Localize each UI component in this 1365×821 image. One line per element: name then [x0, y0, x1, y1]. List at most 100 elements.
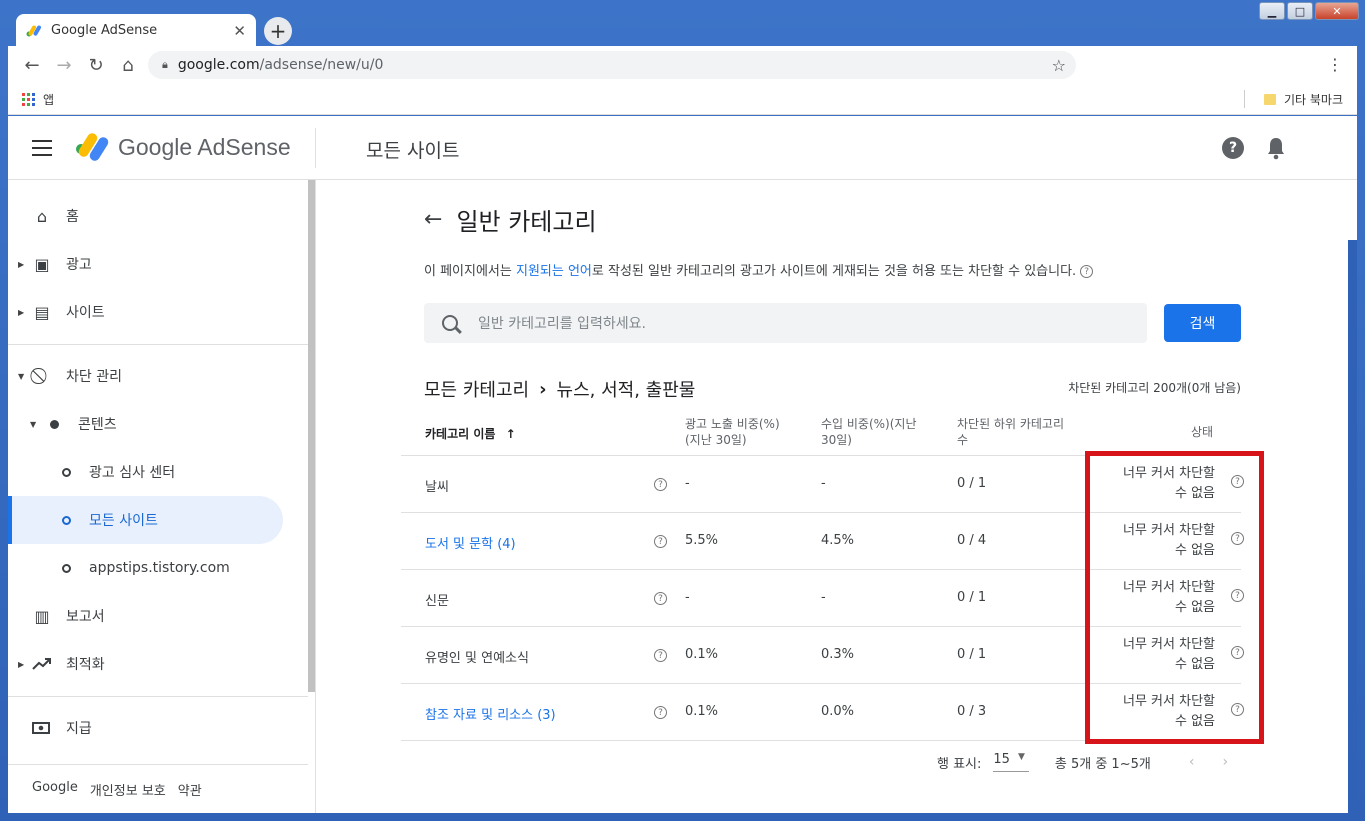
trend-icon	[32, 654, 52, 674]
category-search-input[interactable]: 일반 카테고리를 입력하세요.	[424, 303, 1147, 343]
apps-grid-icon	[22, 93, 35, 106]
back-arrow-icon[interactable]: ←	[424, 207, 442, 232]
impression-share: -	[685, 590, 690, 605]
sidebar-item-ads[interactable]: ▶ ▣ 광고	[8, 240, 308, 288]
breadcrumb-root[interactable]: 모든 카테고리	[424, 376, 529, 402]
prev-page-icon[interactable]: ‹	[1189, 754, 1195, 770]
impression-share: -	[685, 476, 690, 491]
ads-icon: ▣	[34, 254, 50, 274]
footer-privacy-link[interactable]: 개인정보 보호	[90, 780, 166, 799]
col-label: (지난 30일)	[685, 433, 747, 447]
sidebar-item-optimization[interactable]: ▶ 최적화	[8, 640, 308, 688]
main-scrollbar[interactable]	[1348, 240, 1357, 813]
sidebar-item-sites[interactable]: ▶ ▤ 사이트	[8, 288, 308, 336]
rows-per-page-label: 행 표시:	[937, 756, 982, 772]
bookmark-other-label: 기타 북마크	[1283, 93, 1343, 107]
help-circle-icon[interactable]: ?	[654, 478, 667, 491]
minimize-button[interactable]: ▁	[1259, 2, 1285, 20]
circle-icon	[56, 510, 76, 530]
notifications-bell-icon[interactable]	[1266, 136, 1286, 160]
help-icon[interactable]: ?	[1222, 137, 1244, 159]
column-header-impressions: 광고 노출 비중(%) (지난 30일)	[685, 416, 780, 448]
rows-per-page-value: 15	[993, 752, 1010, 767]
sidebar-item-all-sites[interactable]: 모든 사이트	[8, 496, 283, 544]
col-label: 광고 노출 비중(%)	[685, 417, 780, 431]
brand-name: Google AdSense	[118, 134, 291, 160]
impression-share: 0.1%	[685, 704, 719, 719]
sort-arrow-up-icon[interactable]: ↑	[506, 427, 516, 441]
address-bar[interactable]: 🔒︎ google.com/adsense/new/u/0 ☆	[148, 51, 1076, 79]
sidebar-item-content[interactable]: ▼ 콘텐츠	[8, 400, 308, 448]
home-icon[interactable]: ⌂	[112, 55, 144, 76]
sidebar-item-ad-review-center[interactable]: 광고 심사 센터	[8, 448, 308, 496]
back-icon[interactable]: ←	[16, 55, 48, 76]
browser-toolbar: ← → ↻ ⌂ 🔒︎ google.com/adsense/new/u/0 ☆ …	[8, 46, 1357, 84]
col-label: 수	[957, 433, 969, 447]
bookmark-apps-label: 앱	[43, 93, 55, 107]
forward-icon[interactable]: →	[48, 55, 80, 76]
sidebar-item-label: 사이트	[66, 305, 105, 321]
blocked-subcategories: 0 / 1	[957, 476, 987, 491]
search-button[interactable]: 검색	[1164, 304, 1241, 342]
tab-title: Google AdSense	[51, 23, 158, 38]
footer-google: Google	[32, 780, 78, 795]
url-path: /adsense/new/u/0	[259, 57, 384, 73]
block-icon: ⃠	[32, 366, 52, 386]
sidebar-item-label: 모든 사이트	[89, 513, 158, 529]
category-name-link[interactable]: 참조 자료 및 리소스 (3)	[425, 704, 556, 723]
table-header: 카테고리 이름 ↑ 광고 노출 비중(%) (지난 30일) 수입 비중(%)(지…	[401, 412, 1241, 456]
column-header-status: 상태	[1191, 425, 1214, 439]
expand-caret-icon: ▶	[18, 307, 25, 317]
search-placeholder: 일반 카테고리를 입력하세요.	[478, 316, 646, 332]
sidebar-scrollbar[interactable]	[308, 180, 315, 692]
blocked-subcategories: 0 / 1	[957, 647, 987, 662]
category-name-link[interactable]: 도서 및 문학 (4)	[425, 533, 516, 552]
new-tab-button[interactable]: +	[264, 17, 292, 45]
bookmark-star-icon[interactable]: ☆	[1052, 56, 1066, 75]
help-circle-icon[interactable]: ?	[654, 706, 667, 719]
browser-window: Google AdSense ✕ + ▁ □ ✕ ← → ↻ ⌂ 🔒︎ goog…	[0, 0, 1365, 821]
sidebar-item-label: appstips.tistory.com	[89, 560, 230, 576]
bookmark-other[interactable]: 기타 북마크	[1263, 91, 1343, 108]
reload-icon[interactable]: ↻	[80, 55, 112, 76]
help-circle-icon[interactable]: ?	[654, 592, 667, 605]
help-circle-icon[interactable]: ?	[1080, 265, 1094, 278]
help-circle-icon[interactable]: ?	[654, 649, 667, 662]
browser-tab[interactable]: Google AdSense ✕	[16, 14, 256, 47]
rows-per-page-select[interactable]: 15 ▼	[993, 752, 1029, 772]
sidebar-item-reports[interactable]: ▥ 보고서	[8, 592, 308, 640]
maximize-button[interactable]: □	[1287, 2, 1313, 20]
folder-icon	[1263, 94, 1276, 105]
sidebar-item-block-management[interactable]: ▼ ⃠ 차단 관리	[8, 352, 308, 400]
sidebar-item-label: 광고	[66, 257, 92, 273]
table-pagination: 행 표시: 15 ▼ 총 5개 중 1~5개 ‹ ›	[937, 752, 1228, 772]
revenue-share: -	[821, 590, 826, 605]
sidebar-item-label: 지급	[66, 721, 92, 737]
sidebar-footer: Google 개인정보 보호 약관	[32, 780, 202, 799]
sidebar-item-label: 보고서	[66, 609, 105, 625]
browser-menu-icon[interactable]: ⋮	[1327, 55, 1343, 74]
page-range: 총 5개 중 1~5개	[1054, 756, 1151, 772]
bookmark-apps[interactable]: 앱	[22, 91, 54, 108]
revenue-share: 0.0%	[821, 704, 855, 719]
sidebar-item-payments[interactable]: 지급	[8, 704, 308, 752]
expand-caret-icon: ▶	[18, 659, 25, 669]
url-host: google.com	[177, 57, 260, 73]
next-page-icon[interactable]: ›	[1222, 754, 1228, 770]
supported-languages-link[interactable]: 지원되는 언어	[516, 264, 592, 279]
close-window-button[interactable]: ✕	[1315, 2, 1359, 20]
tab-close-icon[interactable]: ✕	[233, 22, 246, 40]
footer-terms-link[interactable]: 약관	[178, 780, 202, 799]
sidebar-item-home[interactable]: ⌂ 홈	[8, 192, 308, 240]
page-header: ← 일반 카테고리	[424, 202, 597, 237]
page-description: 이 페이지에서는 지원되는 언어로 작성된 일반 카테고리의 광고가 사이트에 …	[424, 260, 1094, 279]
category-name: 날씨	[425, 480, 449, 495]
sidebar-item-site-appstips[interactable]: appstips.tistory.com	[8, 544, 308, 592]
revenue-share: -	[821, 476, 826, 491]
column-header-name[interactable]: 카테고리 이름 ↑	[425, 426, 516, 442]
col-label: 수입 비중(%)(지난	[821, 417, 917, 431]
dot-icon	[44, 414, 64, 434]
help-circle-icon[interactable]: ?	[654, 535, 667, 548]
blocked-count: 차단된 카테고리 200개(0개 남음)	[1068, 381, 1241, 395]
menu-icon[interactable]	[32, 140, 52, 156]
